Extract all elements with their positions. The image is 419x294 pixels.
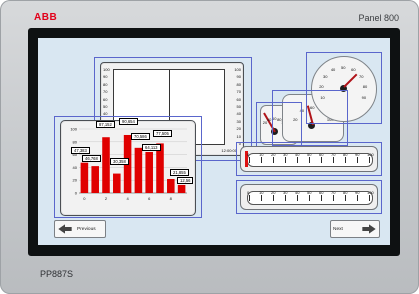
bar-tag-7: 30,358	[110, 158, 129, 165]
bar-outline	[54, 116, 202, 218]
left-arrow-icon	[58, 224, 72, 234]
previous-label: Previous	[77, 226, 96, 232]
bar-tag-8: 64,113	[142, 144, 161, 151]
linear-top-outline	[236, 142, 382, 176]
next-button[interactable]: Next	[330, 220, 380, 238]
bar-tag-10: 12,56	[177, 177, 194, 184]
hmi-screen: 1009080706050403020100 10090807060504030…	[38, 38, 390, 245]
panel-model: Panel 800	[358, 13, 399, 23]
previous-button[interactable]: Previous	[54, 220, 106, 238]
bar-tag-6: 77,505	[153, 130, 172, 137]
footer-model: PP887S	[40, 269, 74, 279]
bar-tag-4: 46,768	[82, 155, 101, 162]
bar-tag-5: 70,586	[131, 133, 150, 140]
bar-tag-1: 87,152	[96, 121, 115, 128]
bar-tag-9: 21,855	[170, 169, 189, 176]
bar-tag-2: 90,654	[119, 118, 138, 125]
linear-bottom-outline	[236, 180, 382, 214]
bar-tag-3: 47,383	[71, 147, 90, 154]
next-label: Next	[333, 226, 343, 232]
brand-logo: ABB	[34, 12, 58, 23]
right-arrow-icon	[362, 224, 376, 234]
